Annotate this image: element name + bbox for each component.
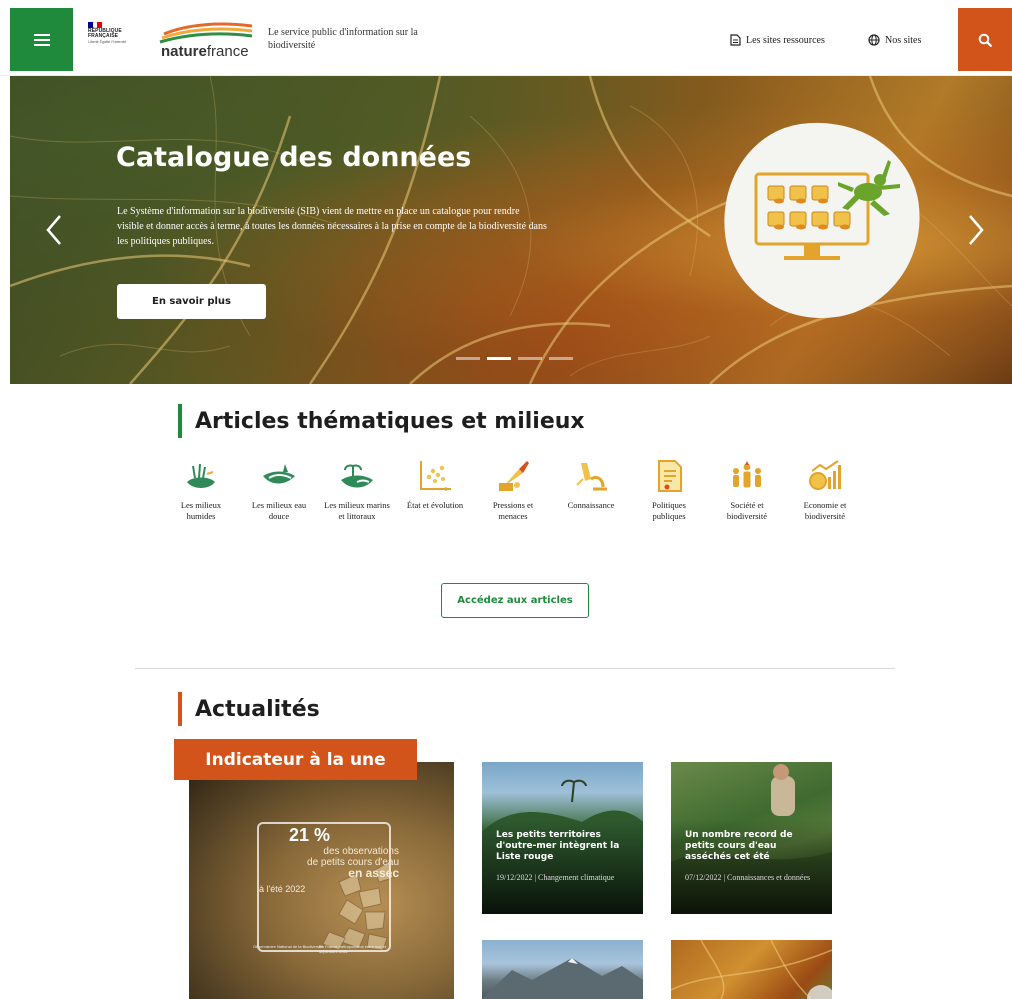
coastal-icon [337, 456, 377, 496]
catalogue-monitor-illustration [754, 160, 900, 260]
mountain-photo [482, 958, 643, 999]
theme-label: Economie et biodiversité [803, 500, 847, 521]
section-divider [135, 668, 895, 669]
indicator-scope: En France métropolitaine entre mai et se… [319, 944, 386, 954]
logo-swoosh-icon [159, 22, 253, 44]
carousel-dot[interactable] [456, 357, 480, 360]
nos-sites-link[interactable]: Nos sites [868, 34, 921, 46]
featured-indicator-card[interactable]: 21 % des observations de petits cours d'… [189, 762, 454, 999]
sites-ressources-label: Les sites ressources [746, 34, 825, 46]
trend-chart-icon [415, 456, 455, 496]
news-card-title: Un nombre record de petits cours d'eau a… [685, 830, 793, 862]
republique-francaise-logo: RÉPUBLIQUE FRANÇAISE Liberté Égalité Fra… [88, 22, 128, 44]
theme-connaissance[interactable]: Connaissance [558, 456, 624, 522]
carousel-dot[interactable] [549, 357, 573, 360]
theme-label: Politiques publiques [651, 500, 686, 521]
theme-marins-littoraux[interactable]: Les milieux marins et littoraux [324, 456, 390, 522]
hamburger-icon [33, 31, 50, 49]
leaf-photo [671, 940, 832, 999]
articles-title: Articles thématiques et milieux [195, 408, 585, 434]
carousel-next-arrow[interactable] [960, 212, 990, 248]
carousel-dots [456, 357, 580, 360]
hero-carousel: Catalogue des données Le Système d'infor… [10, 76, 1012, 384]
menu-button[interactable] [10, 8, 73, 71]
theme-label: État et évolution [406, 500, 464, 510]
heading-accent-bar [178, 692, 182, 726]
people-icon [727, 456, 767, 496]
featured-indicator-label: Indicateur à la une [174, 739, 417, 780]
nos-sites-label: Nos sites [885, 34, 922, 46]
site-tagline: Le service public d'information sur la b… [268, 27, 418, 51]
hero-description: Le Système d'information sur la biodiver… [117, 206, 547, 247]
devise-label: Liberté Égalité Fraternité [88, 40, 127, 44]
sites-ressources-link[interactable]: Les sites ressources [730, 34, 825, 46]
chevron-left-icon [46, 215, 61, 245]
theme-milieux-humides[interactable]: Les milieux humides [168, 456, 234, 522]
articles-heading: Articles thématiques et milieux [178, 404, 585, 438]
theme-label: Connaissance [567, 500, 615, 510]
hero-title: Catalogue des données [116, 142, 472, 173]
indicator-caption: des observations de petits cours d'eau e… [307, 846, 399, 880]
microscope-icon [571, 456, 611, 496]
news-card-leaf[interactable] [671, 940, 832, 999]
news-card[interactable]: Les petits territoires d'outre-mer intèg… [482, 762, 643, 914]
theme-label: Pressions et menaces [492, 500, 534, 521]
carousel-prev-arrow[interactable] [40, 212, 70, 248]
theme-economie-biodiversite[interactable]: Economie et biodiversité [792, 456, 858, 522]
theme-eau-douce[interactable]: Les milieux eau douce [246, 456, 312, 522]
theme-label: Société et biodiversité [726, 500, 768, 521]
theme-label: Les milieux eau douce [251, 500, 307, 521]
news-card-title: Les petits territoires d'outre-mer intèg… [496, 830, 620, 862]
logo-wordmark: naturefrance [161, 43, 249, 60]
theme-label: Les milieux marins et littoraux [324, 500, 390, 521]
heading-accent-bar [178, 404, 182, 438]
indicator-period: à l'été 2022 [259, 884, 306, 894]
search-icon [978, 33, 992, 47]
themes-list: Les milieux humides Les milieux eau douc… [168, 456, 870, 522]
chevron-right-icon [969, 215, 984, 245]
globe-icon [868, 34, 880, 46]
news-heading: Actualités [178, 692, 320, 726]
theme-societe-biodiversite[interactable]: Société et biodiversité [714, 456, 780, 522]
republique-label: RÉPUBLIQUE FRANÇAISE [88, 28, 122, 39]
indicator-source: Observatoire National de la Biodiversité [253, 944, 324, 949]
carousel-dot[interactable] [518, 357, 542, 360]
news-card-meta: 07/12/2022 | Connaissances et données [685, 873, 811, 882]
naturefrance-logo[interactable]: naturefrance [158, 22, 254, 62]
articles-cta-button[interactable]: Accédez aux articles [441, 583, 589, 618]
carousel-dot-active[interactable] [487, 357, 511, 360]
theme-politiques-publiques[interactable]: Politiques publiques [636, 456, 702, 522]
indicator-percent: 21 % [289, 825, 331, 845]
theme-pressions-menaces[interactable]: Pressions et menaces [480, 456, 546, 522]
search-button[interactable] [958, 8, 1012, 71]
news-card-mountain[interactable] [482, 940, 643, 999]
theme-label: Les milieux humides [180, 500, 222, 521]
economy-icon [805, 456, 845, 496]
threat-icon [493, 456, 533, 496]
freshwater-icon [259, 456, 299, 496]
document-icon [649, 456, 689, 496]
theme-etat-evolution[interactable]: État et évolution [402, 456, 468, 522]
news-title: Actualités [195, 696, 320, 722]
site-header: RÉPUBLIQUE FRANÇAISE Liberté Égalité Fra… [0, 0, 1012, 76]
news-card-meta: 19/12/2022 | Changement climatique [496, 873, 615, 882]
news-card[interactable]: Un nombre record de petits cours d'eau a… [671, 762, 832, 914]
document-icon [730, 34, 741, 46]
wetland-icon [181, 456, 221, 496]
hero-cta-button[interactable]: En savoir plus [117, 284, 266, 319]
